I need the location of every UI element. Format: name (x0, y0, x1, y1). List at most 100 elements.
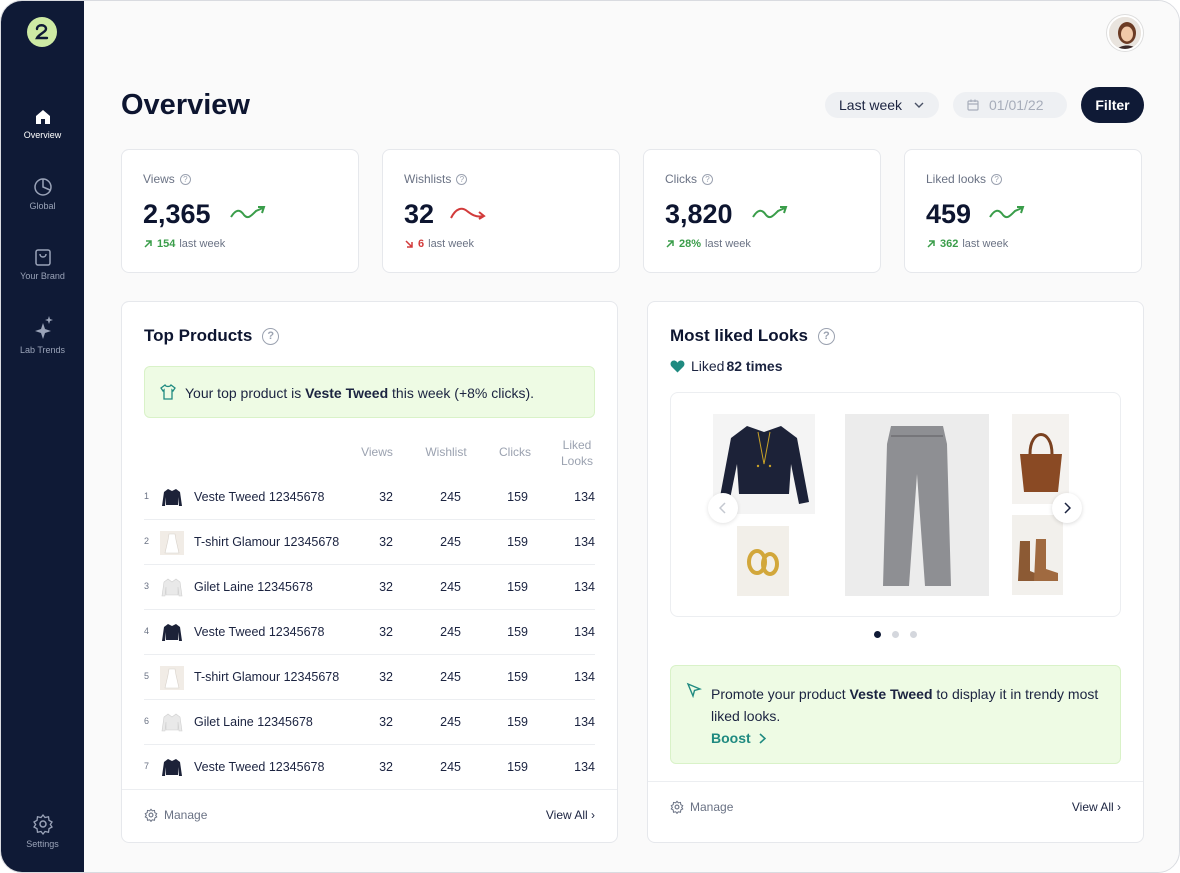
product-thumbnail (161, 623, 182, 641)
table-row[interactable]: 2 T-shirt Glamour 12345678 32 245 159 134 (144, 520, 595, 565)
product-thumbnail-wrap (159, 575, 184, 600)
stat-label: Wishlists (404, 172, 452, 186)
stat-delta-suffix: last week (179, 238, 226, 250)
help-icon[interactable]: ? (991, 173, 1003, 185)
look-item-bag[interactable] (1012, 414, 1069, 504)
look-item-jeans[interactable] (845, 414, 989, 596)
help-icon[interactable]: ? (702, 173, 713, 185)
help-icon[interactable]: ? (179, 173, 191, 185)
row-rank: 6 (144, 716, 150, 726)
cell-clicks: 159 (507, 535, 528, 549)
sidebar-item-lab-trends[interactable]: Lab Trends (1, 315, 84, 355)
cell-wishlist: 245 (440, 535, 461, 549)
most-liked-looks-panel: Most liked Looks ? Liked 82 times Promot… (647, 301, 1144, 843)
cell-views: 32 (379, 715, 393, 729)
banner-product: Veste Tweed (305, 385, 389, 401)
row-rank: 3 (144, 581, 150, 591)
cell-wishlist: 245 (440, 490, 461, 504)
cell-views: 32 (379, 625, 393, 639)
panel-title: Top Products (144, 326, 253, 345)
cell-clicks: 159 (507, 580, 528, 594)
carousel-dot-active[interactable] (874, 631, 881, 638)
row-rank: 5 (144, 671, 150, 681)
cell-views: 32 (379, 580, 393, 594)
sidebar-item-your-brand[interactable]: Your Brand (1, 247, 84, 281)
cell-wishlist: 245 (440, 670, 461, 684)
filter-button[interactable]: Filter (1081, 87, 1144, 123)
column-header-views[interactable]: Views (354, 445, 400, 459)
sidebar-item-settings[interactable]: Settings (1, 813, 84, 849)
stat-delta: 362 (940, 238, 959, 250)
product-thumbnail (159, 530, 184, 555)
table-row[interactable]: 7 Veste Tweed 12345678 32 245 159 134 (144, 745, 595, 790)
column-header-clicks[interactable]: Clicks (492, 445, 538, 459)
table-row[interactable]: 3 Gilet Laine 12345678 32 245 159 134 (144, 565, 595, 610)
manage-label: Manage (690, 800, 734, 814)
top-products-panel: Top Products ? Your top product is Veste… (121, 301, 618, 843)
product-name[interactable]: Veste Tweed 12345678 (194, 625, 324, 639)
look-item-boots[interactable] (1012, 515, 1063, 595)
gear-icon (670, 800, 684, 814)
chevron-right-icon (1064, 502, 1071, 514)
page-title: Overview (121, 89, 250, 121)
sidebar-item-overview[interactable]: Overview (1, 108, 84, 140)
product-thumbnail (161, 578, 182, 596)
cell-clicks: 159 (507, 625, 528, 639)
product-name[interactable]: Gilet Laine 12345678 (194, 715, 313, 729)
carousel-dot[interactable] (910, 631, 917, 638)
chevron-down-icon (914, 102, 924, 108)
cell-clicks: 159 (507, 670, 528, 684)
banner-text: Your top product is (185, 385, 306, 401)
boost-label: Boost (711, 730, 751, 746)
sidebar-item-label: Lab Trends (19, 345, 66, 355)
shopping-bag-icon (34, 249, 51, 266)
product-name[interactable]: Veste Tweed 12345678 (194, 490, 324, 504)
stat-value: 2,365 (143, 199, 211, 229)
stat-card-clicks: Clicks? 3,820 28% last week (643, 149, 881, 273)
boost-button[interactable]: Boost (711, 730, 766, 746)
view-all-link[interactable]: View All › (546, 808, 595, 822)
table-row[interactable]: 5 T-shirt Glamour 12345678 32 245 159 134 (144, 655, 595, 700)
stat-delta: 28% (679, 238, 702, 250)
table-row[interactable]: 1 Veste Tweed 12345678 32 245 159 134 (144, 475, 595, 520)
column-header-wishlist[interactable]: Wishlist (418, 445, 474, 459)
column-header-liked-looks[interactable]: Liked Looks (554, 437, 600, 469)
carousel-prev-button[interactable] (708, 493, 738, 523)
product-name[interactable]: T-shirt Glamour 12345678 (194, 535, 339, 549)
arrow-up-right-icon (144, 240, 152, 248)
sidebar-item-global[interactable]: Global (1, 177, 84, 211)
help-icon[interactable]: ? (262, 327, 280, 345)
cell-liked-looks: 134 (574, 760, 595, 774)
product-name[interactable]: Veste Tweed 12345678 (194, 760, 324, 774)
cell-liked-looks: 134 (574, 625, 595, 639)
carousel-next-button[interactable] (1052, 493, 1082, 523)
carousel-dot[interactable] (892, 631, 899, 638)
brand-logo[interactable] (27, 17, 57, 47)
period-dropdown[interactable]: Last week (825, 92, 939, 118)
manage-button[interactable]: Manage (144, 808, 207, 822)
product-name[interactable]: T-shirt Glamour 12345678 (194, 670, 339, 684)
cell-liked-looks: 134 (574, 715, 595, 729)
cell-views: 32 (379, 670, 393, 684)
table-row[interactable]: 6 Gilet Laine 12345678 32 245 159 134 (144, 700, 595, 745)
product-name[interactable]: Gilet Laine 12345678 (194, 580, 313, 594)
sidebar: Overview Global Your Brand Lab Trends Se… (1, 1, 84, 872)
stat-delta-suffix: last week (428, 238, 474, 250)
gear-icon (32, 813, 53, 835)
cell-wishlist: 245 (440, 760, 461, 774)
view-all-link[interactable]: View All › (1072, 800, 1121, 814)
look-item-earrings[interactable] (737, 526, 789, 596)
cell-views: 32 (379, 760, 393, 774)
sparkles-icon (34, 316, 53, 339)
gear-icon (144, 808, 158, 822)
help-icon[interactable]: ? (817, 327, 835, 345)
help-icon[interactable]: ? (456, 173, 468, 185)
carousel-dots (874, 631, 917, 638)
manage-button[interactable]: Manage (670, 800, 733, 814)
table-row[interactable]: 4 Veste Tweed 12345678 32 245 159 134 (144, 610, 595, 655)
cell-wishlist: 245 (440, 625, 461, 639)
avatar[interactable] (1107, 15, 1143, 51)
stat-value: 32 (404, 199, 435, 229)
look-carousel[interactable] (670, 392, 1121, 617)
date-field[interactable]: 01/01/22 (953, 92, 1067, 118)
